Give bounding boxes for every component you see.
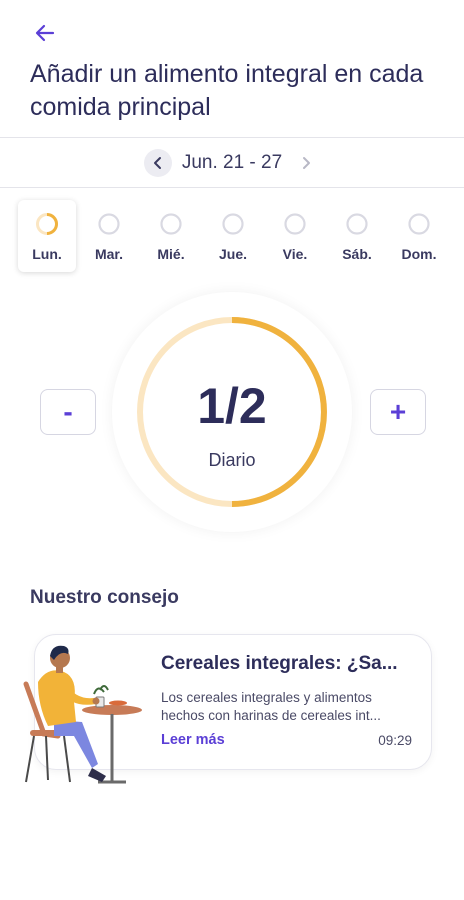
divider-top bbox=[0, 137, 464, 138]
advice-time: 09:29 bbox=[378, 733, 412, 748]
day-saturday[interactable]: Sáb. bbox=[328, 200, 386, 272]
day-label: Vie. bbox=[282, 246, 308, 262]
advice-body: Los cereales integrales y alimentos hech… bbox=[161, 690, 381, 723]
day-ring-track bbox=[408, 213, 430, 235]
day-progress-ring bbox=[284, 213, 306, 235]
day-ring-progress bbox=[46, 213, 58, 235]
increase-button[interactable]: + bbox=[370, 389, 426, 435]
day-label: Dom. bbox=[401, 246, 437, 262]
chevron-left-icon bbox=[153, 157, 161, 169]
read-more-link[interactable]: Leer más bbox=[161, 732, 225, 748]
next-week-button[interactable] bbox=[292, 149, 320, 177]
day-sunday[interactable]: Dom. bbox=[390, 200, 448, 272]
back-button[interactable] bbox=[30, 18, 60, 48]
day-label: Mar. bbox=[94, 246, 123, 262]
advice-section-title: Nuestro consejo bbox=[30, 587, 179, 608]
chevron-right-icon bbox=[303, 157, 311, 169]
day-friday[interactable]: Vie. bbox=[266, 200, 324, 272]
day-tuesday[interactable]: Mar. bbox=[80, 200, 138, 272]
daily-progress-counter: 1/2 Diario bbox=[112, 292, 352, 532]
progress-value: 1/2 bbox=[197, 378, 267, 434]
day-ring-track bbox=[160, 213, 182, 235]
day-label: Sáb. bbox=[342, 246, 372, 262]
day-progress-ring bbox=[98, 213, 120, 235]
day-thursday[interactable]: Jue. bbox=[204, 200, 262, 272]
day-label: Mié. bbox=[157, 246, 185, 262]
day-ring-track bbox=[222, 213, 244, 235]
week-navigator: Jun. 21 - 27 bbox=[0, 140, 464, 186]
day-selector: Lun. Mar. Mié. Jue. Vie. Sáb. Dom. bbox=[18, 200, 448, 272]
arrow-left-icon bbox=[35, 24, 55, 42]
advice-title: Cereales integrales: ¿Sa... bbox=[161, 653, 398, 674]
person-eating-illustration bbox=[23, 645, 142, 784]
page-title: Añadir un alimento integral en cada comi… bbox=[30, 60, 424, 121]
day-progress-ring bbox=[408, 213, 430, 235]
day-label: Jue. bbox=[218, 246, 247, 262]
day-label: Lun. bbox=[32, 246, 62, 262]
day-ring-track bbox=[98, 213, 120, 235]
week-range-label: Jun. 21 - 27 bbox=[181, 152, 283, 173]
day-ring-track bbox=[346, 213, 368, 235]
day-progress-ring bbox=[36, 213, 58, 235]
day-ring-track bbox=[284, 213, 306, 235]
divider-week bbox=[0, 187, 464, 188]
day-progress-ring bbox=[160, 213, 182, 235]
progress-unit: Diario bbox=[208, 450, 256, 470]
day-monday[interactable]: Lun. bbox=[18, 200, 76, 272]
decrease-button[interactable]: - bbox=[40, 389, 96, 435]
day-progress-ring bbox=[222, 213, 244, 235]
day-wednesday[interactable]: Mié. bbox=[142, 200, 200, 272]
previous-week-button[interactable] bbox=[143, 149, 172, 177]
day-progress-ring bbox=[346, 213, 368, 235]
